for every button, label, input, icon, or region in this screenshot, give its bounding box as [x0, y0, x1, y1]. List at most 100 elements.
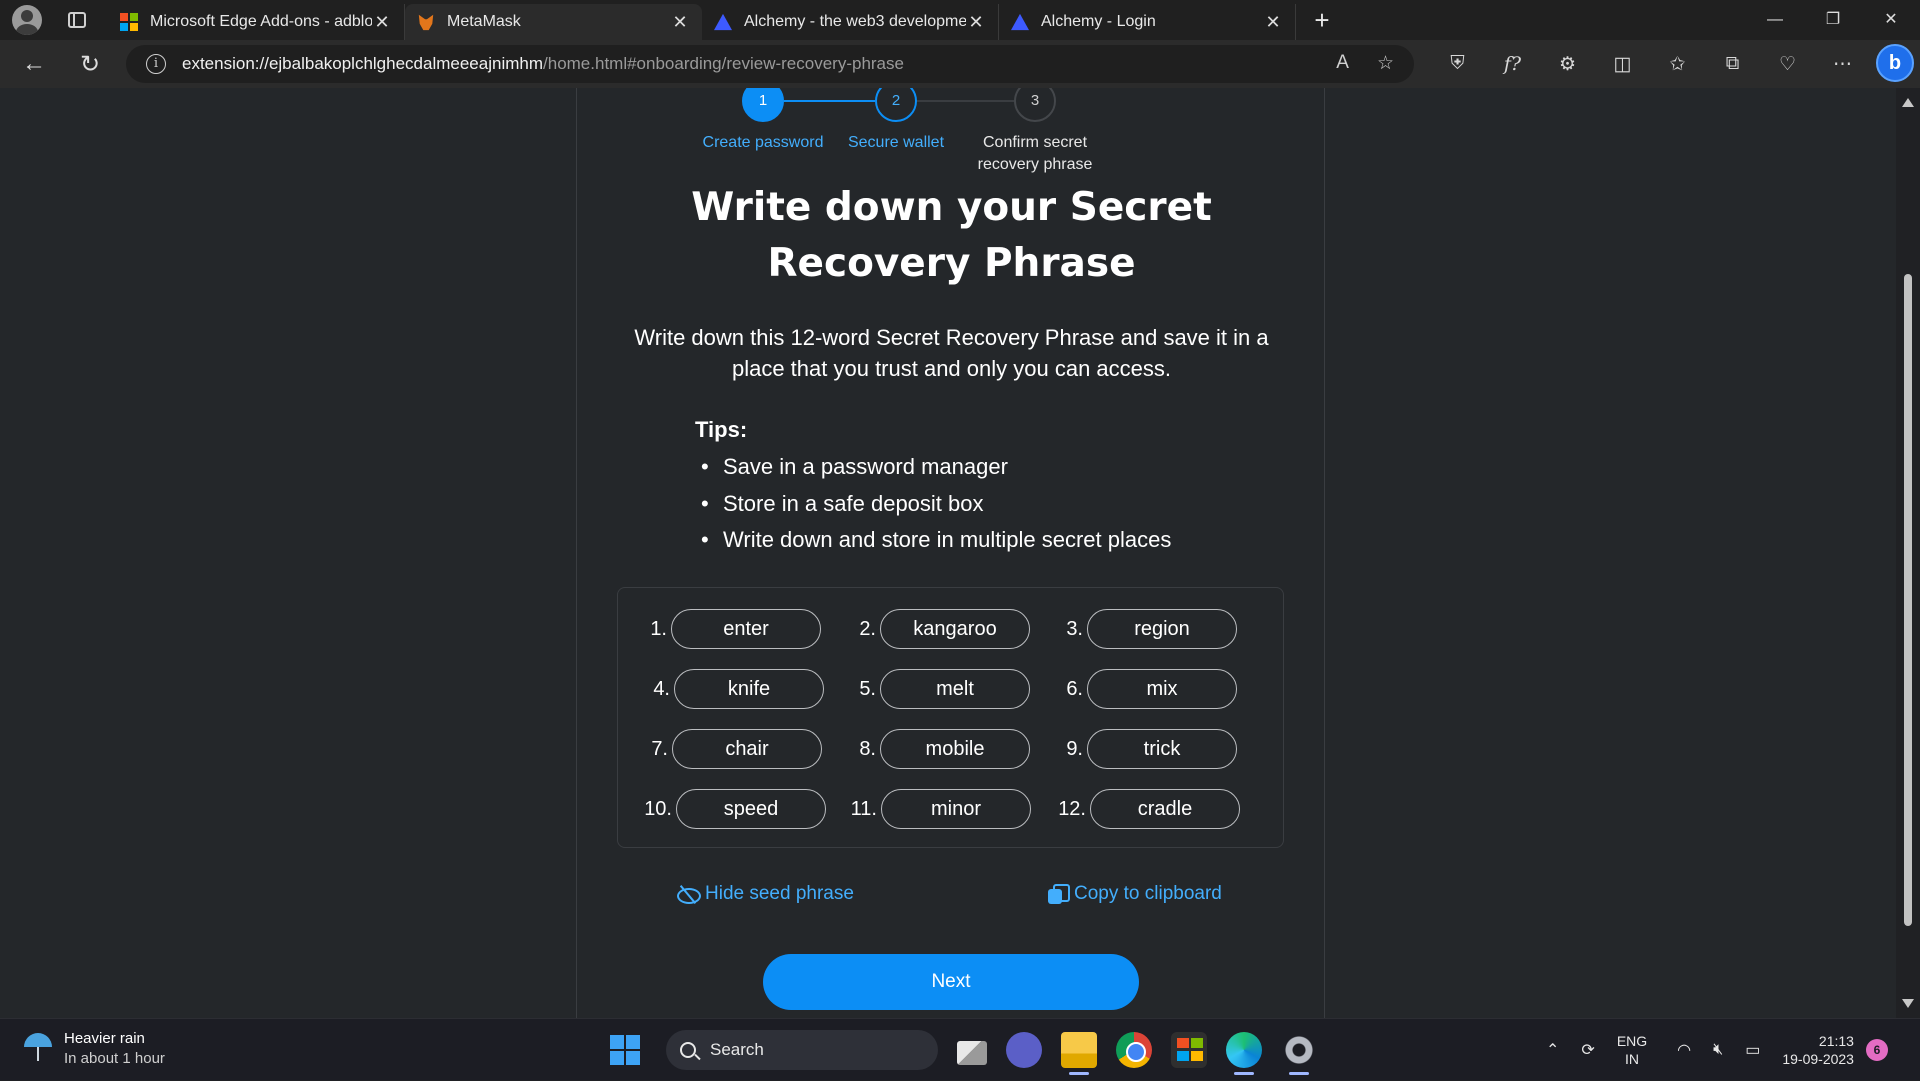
tips-list: Save in a password manager Store in a sa… [695, 449, 1171, 559]
battery-icon[interactable]: ▭ [1745, 1040, 1760, 1060]
taskbar-search[interactable]: Search [666, 1030, 938, 1070]
microsoft-store-icon[interactable] [1171, 1032, 1207, 1068]
task-view-icon[interactable] [957, 1041, 987, 1065]
file-explorer-icon[interactable] [1061, 1032, 1097, 1075]
restore-icon[interactable]: ❐ [1804, 0, 1862, 40]
weather-title: Heavier rain [64, 1030, 145, 1047]
close-tab-icon[interactable]: ✕ [372, 12, 392, 33]
phrase-word: 12. cradle [1058, 789, 1240, 829]
alchemy-logo-icon [714, 13, 732, 31]
weather-widget[interactable]: Heavier rain In about 1 hour [22, 1029, 165, 1069]
tab-title: Alchemy - Login [1041, 13, 1156, 30]
word-chip: chair [672, 729, 822, 769]
tab-actions-icon[interactable] [68, 12, 86, 28]
minimize-icon[interactable]: — [1746, 0, 1804, 40]
step-2-circle: 2 [875, 88, 917, 122]
sync-icon[interactable]: ⟳ [1581, 1040, 1594, 1060]
tab-title: MetaMask [447, 13, 521, 30]
step-1-circle: 1 [742, 88, 784, 122]
close-tab-icon[interactable]: ✕ [966, 12, 986, 33]
phrase-word: 3. region [1066, 609, 1237, 649]
scroll-up-icon[interactable] [1902, 98, 1914, 107]
shield-icon[interactable]: ⛨ [1430, 53, 1485, 75]
metamask-fox-icon [418, 14, 434, 31]
tab-metamask[interactable]: MetaMask ✕ [405, 4, 702, 40]
hide-seed-phrase-link[interactable]: Hide seed phrase [677, 883, 854, 905]
more-options-icon[interactable]: ⋯ [1815, 53, 1870, 76]
language-indicator[interactable]: ENG IN [1617, 1032, 1647, 1068]
split-screen-icon[interactable]: ◫ [1595, 53, 1650, 76]
volume-muted-icon[interactable]: 🔇︎ [1713, 1041, 1723, 1059]
phrase-word: 2. kangaroo [859, 609, 1030, 649]
wifi-icon[interactable]: ◠ [1677, 1040, 1691, 1060]
notification-badge[interactable]: 6 [1865, 1039, 1888, 1061]
formula-icon[interactable]: f? [1485, 53, 1540, 75]
step-2-label: Secure wallet [847, 134, 945, 151]
phrase-word: 10. speed [644, 789, 826, 829]
word-number: 1. [650, 618, 667, 640]
page-content: 1 2 3 Create password Secure wallet Conf… [0, 88, 1896, 1018]
word-number: 7. [651, 738, 668, 760]
word-chip: speed [676, 789, 826, 829]
word-number: 10. [644, 798, 672, 820]
alchemy-logo-icon [1011, 13, 1029, 31]
word-number: 6. [1066, 678, 1083, 700]
favorite-star-icon[interactable]: ☆ [1377, 52, 1394, 75]
word-number: 12. [1058, 798, 1086, 820]
tab-alchemy-login[interactable]: Alchemy - Login ✕ [999, 4, 1296, 40]
collections-icon[interactable]: ⧉ [1705, 53, 1760, 75]
description: Write down this 12-word Secret Recovery … [634, 325, 1269, 381]
chevron-up-icon[interactable]: ⌃ [1546, 1040, 1559, 1060]
copy-to-clipboard-label: Copy to clipboard [1074, 883, 1222, 904]
favorites-icon[interactable]: ✩ [1650, 53, 1705, 76]
language-code: ENG [1616, 1033, 1648, 1049]
chrome-icon[interactable] [1116, 1032, 1152, 1068]
teams-chat-icon[interactable] [1006, 1032, 1042, 1068]
windows-start-icon[interactable] [610, 1035, 640, 1065]
scroll-down-icon[interactable] [1902, 999, 1914, 1008]
clock[interactable]: 21:13 19-09-2023 [1782, 1032, 1854, 1068]
tip-item: Write down and store in multiple secret … [695, 522, 1171, 559]
page-scrollbar[interactable] [1896, 88, 1920, 1018]
performance-icon[interactable]: ♡ [1760, 53, 1815, 76]
scrollbar-thumb[interactable] [1904, 274, 1912, 926]
tab-edge-addons[interactable]: Microsoft Edge Add-ons - adblock ✕ [108, 4, 405, 40]
windows-taskbar: Heavier rain In about 1 hour Search ⌃ ⟳ … [0, 1018, 1920, 1080]
next-button[interactable]: Next [763, 954, 1139, 1010]
phrase-word: 7. chair [651, 729, 822, 769]
profile-avatar-icon[interactable] [12, 5, 42, 35]
settings-gear-icon[interactable] [1281, 1032, 1317, 1075]
close-tab-icon[interactable]: ✕ [1263, 12, 1283, 33]
weather-subtitle: In about 1 hour [64, 1050, 165, 1067]
phrase-word: 4. knife [653, 669, 824, 709]
word-chip: enter [671, 609, 821, 649]
tab-strip: Microsoft Edge Add-ons - adblock ✕ MetaM… [108, 0, 1336, 40]
copy-icon [1048, 884, 1070, 904]
word-number: 5. [859, 678, 876, 700]
site-info-icon[interactable]: i [146, 54, 166, 74]
copy-to-clipboard-link[interactable]: Copy to clipboard [1048, 883, 1222, 905]
toolbar-icons: ⛨ f? ⚙ ◫ ✩ ⧉ ♡ ⋯ [1430, 40, 1870, 88]
eye-slash-icon [677, 886, 701, 904]
tips-title: Tips: [695, 417, 748, 442]
close-window-icon[interactable]: ✕ [1862, 0, 1920, 40]
word-number: 9. [1066, 738, 1083, 760]
new-tab-icon[interactable]: + [1308, 0, 1336, 40]
close-tab-icon[interactable]: ✕ [670, 12, 690, 33]
tip-item: Store in a safe deposit box [695, 486, 1171, 523]
edge-browser-icon[interactable] [1226, 1032, 1262, 1075]
extensions-icon[interactable]: ⚙ [1540, 53, 1595, 76]
read-aloud-icon[interactable]: A [1336, 52, 1349, 75]
address-bar[interactable]: i extension://ejbalbakoplchlghecdalmeeea… [126, 45, 1414, 83]
back-icon[interactable]: ← [14, 44, 54, 84]
tab-alchemy-dev[interactable]: Alchemy - the web3 development ✕ [702, 4, 999, 40]
bing-copilot-icon[interactable]: b [1876, 44, 1914, 82]
browser-titlebar: Microsoft Edge Add-ons - adblock ✕ MetaM… [0, 0, 1920, 40]
address-row: ← ↻ i extension://ejbalbakoplchlghecdalm… [0, 40, 1920, 88]
refresh-icon[interactable]: ↻ [70, 44, 110, 84]
umbrella-rain-icon [22, 1029, 56, 1063]
stepper-line [784, 100, 875, 102]
word-chip: mobile [880, 729, 1030, 769]
tip-item: Save in a password manager [695, 449, 1171, 486]
recovery-phrase-box: 1. enter 2. kangaroo 3. region 4. knife 5. me… [617, 587, 1284, 848]
